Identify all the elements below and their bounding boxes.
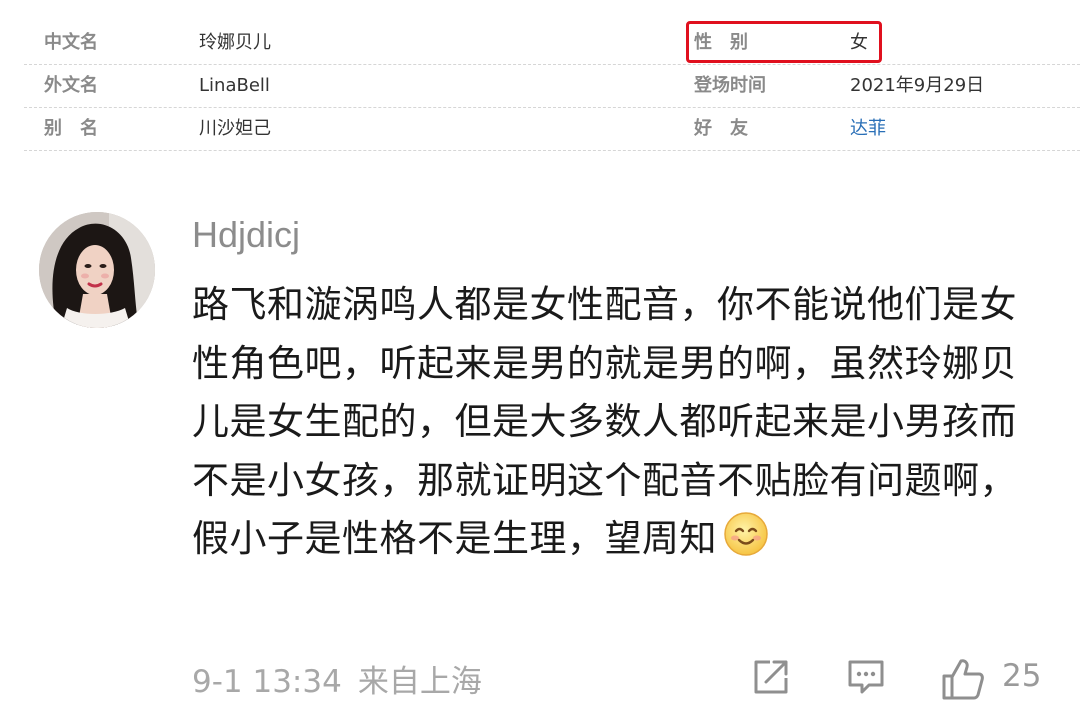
comment-meta: 9-1 13:34 来自上海 bbox=[192, 656, 482, 701]
share-button[interactable] bbox=[750, 656, 792, 702]
value-alias: 川沙妲己 bbox=[199, 118, 271, 139]
value-gender: 女 bbox=[850, 32, 868, 53]
share-icon bbox=[754, 660, 788, 694]
comment-date: 9-1 13:34 bbox=[192, 664, 342, 700]
label-chinese-name: 中文名 bbox=[44, 32, 98, 53]
label-friend: 好 友 bbox=[694, 118, 748, 139]
value-debut-date: 2021年9月29日 bbox=[850, 75, 985, 96]
like-count: 25 bbox=[1002, 658, 1042, 694]
comment-icon bbox=[848, 660, 884, 694]
smiling-face-emoji-icon bbox=[723, 511, 769, 575]
comment-username[interactable]: Hdjdicj bbox=[192, 214, 300, 256]
value-foreign-name: LinaBell bbox=[199, 75, 270, 96]
label-foreign-name: 外文名 bbox=[44, 75, 98, 96]
label-debut-date: 登场时间 bbox=[694, 75, 766, 96]
friend-link[interactable]: 达菲 bbox=[850, 108, 886, 150]
value-chinese-name: 玲娜贝儿 bbox=[199, 32, 271, 53]
info-table: 中文名 玲娜贝儿 性 别 女 外文名 LinaBell 登场时间 2021年9月… bbox=[24, 21, 1080, 151]
like-icon bbox=[942, 659, 984, 700]
info-row-foreign-name: 外文名 LinaBell 登场时间 2021年9月29日 bbox=[24, 65, 1080, 108]
comment-source: 来自上海 bbox=[357, 664, 482, 700]
comment-text: 路飞和漩涡鸣人都是女性配音，你不能说他们是女性角色吧，听起来是男的就是男的啊，虽… bbox=[192, 276, 1052, 575]
label-gender: 性 别 bbox=[694, 32, 748, 53]
like-button[interactable] bbox=[940, 656, 986, 702]
info-row-alias: 别 名 川沙妲己 好 友 达菲 bbox=[24, 108, 1080, 151]
comment-button[interactable] bbox=[845, 656, 887, 702]
avatar[interactable] bbox=[39, 212, 155, 328]
comment-body: 路飞和漩涡鸣人都是女性配音，你不能说他们是女性角色吧，听起来是男的就是男的啊，虽… bbox=[192, 283, 1017, 560]
label-alias: 别 名 bbox=[44, 118, 98, 139]
info-row-name: 中文名 玲娜贝儿 性 别 女 bbox=[24, 21, 1080, 65]
